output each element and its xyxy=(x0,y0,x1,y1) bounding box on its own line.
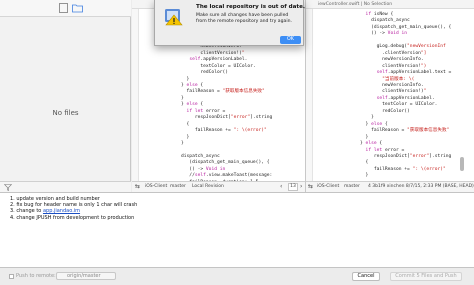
cancel-button[interactable]: Cancel xyxy=(352,272,380,281)
swap-icon[interactable]: ⇆ xyxy=(135,182,140,192)
change-counter: 13 xyxy=(288,183,298,191)
out-of-date-alert: The local repository is out of date. Mak… xyxy=(154,0,306,46)
branch-breadcrumb[interactable]: master xyxy=(344,182,360,192)
local-editor-jump-bar: ⇆ iOS-Client master Local Revision ‹ 13 … xyxy=(132,181,305,192)
remote-branch-select[interactable]: origin/master xyxy=(56,272,116,280)
push-to-remote-checkbox[interactable] xyxy=(9,274,14,279)
branch-breadcrumb[interactable]: master xyxy=(170,182,186,192)
base-revision-editor[interactable]: iewController.swift | No Selection if is… xyxy=(306,0,474,181)
previous-change-icon[interactable]: ‹ xyxy=(280,182,282,192)
no-files-label: No files xyxy=(52,109,79,117)
swap-icon[interactable]: ⇆ xyxy=(308,182,313,192)
code-line: respJsonDict["error"].string xyxy=(360,153,452,159)
source-control-commit-window: No files .clientVersion"] newVersionInfo… xyxy=(0,0,474,285)
revision-breadcrumb[interactable]: Local Revision xyxy=(192,182,224,192)
base-code-view: if isNew { dispatch_async (dispatch_get_… xyxy=(360,12,451,181)
code-line: failReason += ": \(error)" xyxy=(181,128,267,134)
code-line: failReason = "获取版本信息失败" xyxy=(360,128,450,134)
line-gutter xyxy=(132,9,139,181)
file-list-bottom-bar xyxy=(0,181,131,192)
commit-link[interactable]: app.jiandao.im xyxy=(43,208,80,214)
base-editor-header: iewController.swift | No Selection xyxy=(306,0,474,9)
project-breadcrumb[interactable]: iOS-Client xyxy=(317,182,339,192)
code-line: failReason = "获取版本信息失败" xyxy=(181,89,265,95)
file-list-pane: No files xyxy=(0,0,131,192)
push-to-remote-label: Push to remote: xyxy=(16,273,56,279)
commit-message-editor[interactable]: 1. update version and build number 2. fi… xyxy=(0,192,474,268)
code-line: gLog.debug("newVersionInf xyxy=(360,44,446,50)
code-line: //self.view.makeToast(message: xyxy=(181,173,273,179)
commit-footer: Push to remote: origin/master Cancel Com… xyxy=(0,268,474,285)
code-line: (dispatch_get_main_queue(), { xyxy=(181,160,270,166)
code-line: respJsonDict["error"].string xyxy=(181,115,273,121)
commit-breadcrumb[interactable]: 4 3b1f9 xinchen 8/7/15, 2:33 PM (BASE, H… xyxy=(368,182,474,192)
project-breadcrumb[interactable]: iOS-Client xyxy=(145,182,167,192)
file-list-toolbar xyxy=(0,0,131,17)
line-gutter xyxy=(306,9,313,181)
next-change-icon[interactable]: › xyxy=(300,182,302,192)
filter-icon[interactable] xyxy=(4,184,12,191)
ok-button[interactable]: OK xyxy=(280,36,301,44)
warning-icon xyxy=(165,9,183,26)
commit-line-text: 3. change to xyxy=(10,208,43,215)
folder-view-icon[interactable] xyxy=(72,3,83,13)
commit-line: 4. change JPUSH from development to prod… xyxy=(10,214,135,221)
editor-scrollbar[interactable] xyxy=(460,157,464,171)
alert-message: Make sure all changes have been pulled f… xyxy=(196,13,292,24)
file-view-icon[interactable] xyxy=(58,3,69,13)
commit-and-push-button[interactable]: Commit 5 Files and Push xyxy=(390,272,462,281)
base-editor-jump-bar: ⇆ iOS-Client master 4 3b1f9 xinchen 8/7/… xyxy=(306,181,474,192)
remote-branch-value: origin/master xyxy=(67,273,101,279)
alert-title: The local repository is out of date. xyxy=(196,4,306,10)
code-line: failReason += ": \(error)" xyxy=(360,166,446,172)
